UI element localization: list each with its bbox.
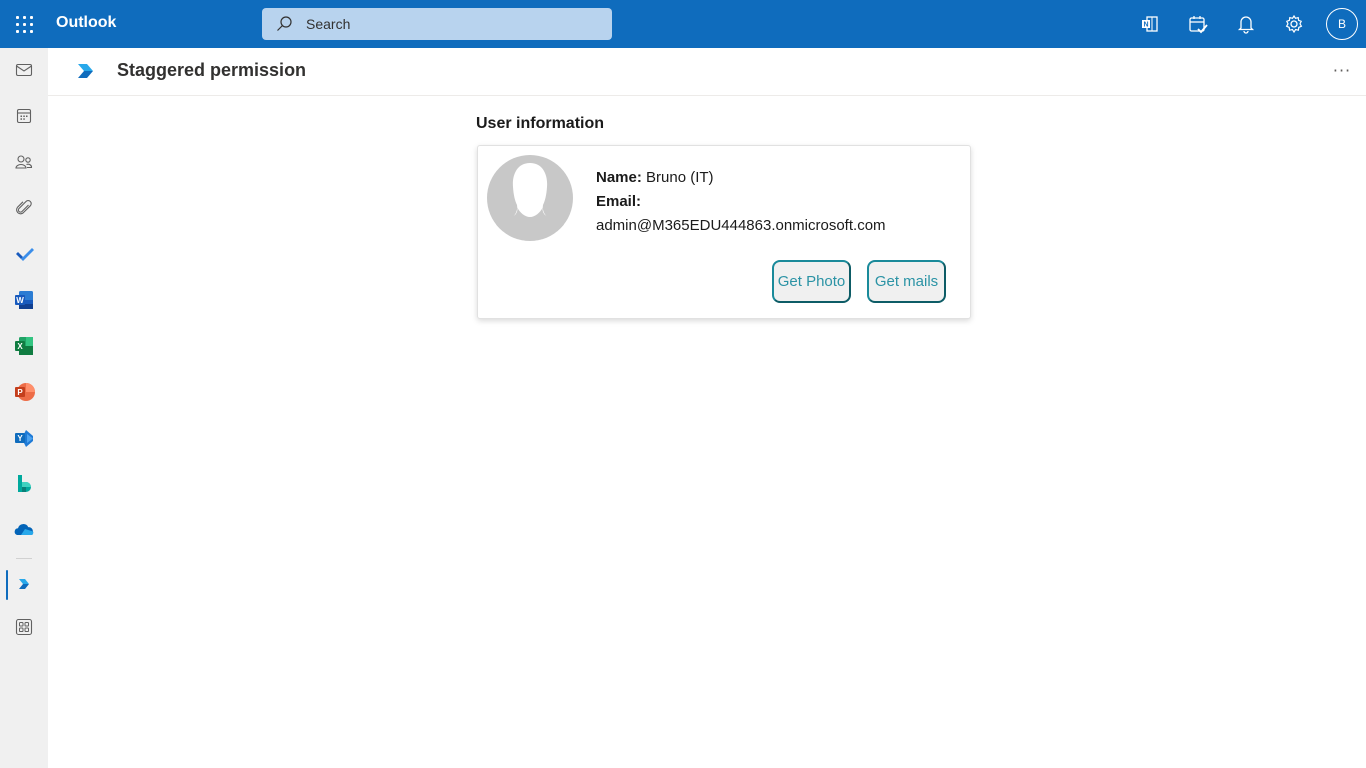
powerpoint-icon[interactable]: P bbox=[0, 372, 48, 412]
mail-icon[interactable] bbox=[0, 50, 48, 90]
user-details: Name: Bruno (IT) Email: admin@M365EDU444… bbox=[596, 166, 886, 238]
word-icon[interactable]: W bbox=[0, 280, 48, 320]
attachment-icon[interactable] bbox=[0, 188, 48, 228]
my-day-icon[interactable] bbox=[1186, 12, 1210, 36]
name-row: Name: Bruno (IT) bbox=[596, 166, 886, 190]
more-options-button[interactable]: ··· bbox=[1330, 58, 1354, 82]
excel-icon[interactable]: X bbox=[0, 326, 48, 366]
svg-text:W: W bbox=[16, 296, 24, 305]
yammer-icon[interactable]: Y bbox=[0, 418, 48, 458]
user-photo-placeholder bbox=[487, 155, 573, 241]
onedrive-icon[interactable] bbox=[0, 510, 48, 550]
account-avatar[interactable]: B bbox=[1326, 8, 1358, 40]
addin-header: Staggered permission ··· bbox=[48, 48, 1366, 96]
top-bar: Outlook N bbox=[0, 0, 1366, 48]
todo-icon[interactable] bbox=[0, 234, 48, 274]
more-apps-icon[interactable] bbox=[0, 607, 48, 647]
email-label: Email: bbox=[596, 193, 642, 210]
search-box[interactable] bbox=[262, 8, 612, 40]
page-title: Staggered permission bbox=[117, 60, 307, 80]
left-rail: W X P Y bbox=[0, 48, 48, 768]
svg-text:N: N bbox=[1143, 22, 1148, 29]
app-launcher-icon[interactable] bbox=[14, 14, 34, 34]
email-value: admin@M365EDU444863.onmicrosoft.com bbox=[596, 217, 886, 234]
rail-divider bbox=[16, 558, 32, 559]
onenote-icon[interactable]: N bbox=[1138, 12, 1162, 36]
email-row: Email: bbox=[596, 190, 886, 214]
user-info-card: Name: Bruno (IT) Email: admin@M365EDU444… bbox=[477, 145, 971, 319]
svg-text:Y: Y bbox=[17, 434, 23, 443]
get-photo-button[interactable]: Get Photo bbox=[772, 260, 851, 303]
section-title: User information bbox=[476, 115, 605, 132]
addin-logo-icon bbox=[78, 64, 93, 78]
notifications-icon[interactable] bbox=[1234, 12, 1258, 36]
staggered-permission-addin-icon[interactable] bbox=[0, 564, 48, 604]
search-input[interactable] bbox=[306, 8, 596, 40]
calendar-icon[interactable] bbox=[0, 96, 48, 136]
svg-text:P: P bbox=[17, 388, 23, 397]
settings-icon[interactable] bbox=[1282, 12, 1306, 36]
name-value: Bruno (IT) bbox=[646, 169, 714, 186]
bookings-icon[interactable] bbox=[0, 464, 48, 504]
people-icon[interactable] bbox=[0, 142, 48, 182]
get-mails-button[interactable]: Get mails bbox=[867, 260, 946, 303]
app-name[interactable]: Outlook bbox=[56, 14, 116, 32]
name-label: Name: bbox=[596, 169, 642, 186]
search-icon bbox=[277, 16, 292, 31]
svg-text:X: X bbox=[17, 342, 23, 351]
